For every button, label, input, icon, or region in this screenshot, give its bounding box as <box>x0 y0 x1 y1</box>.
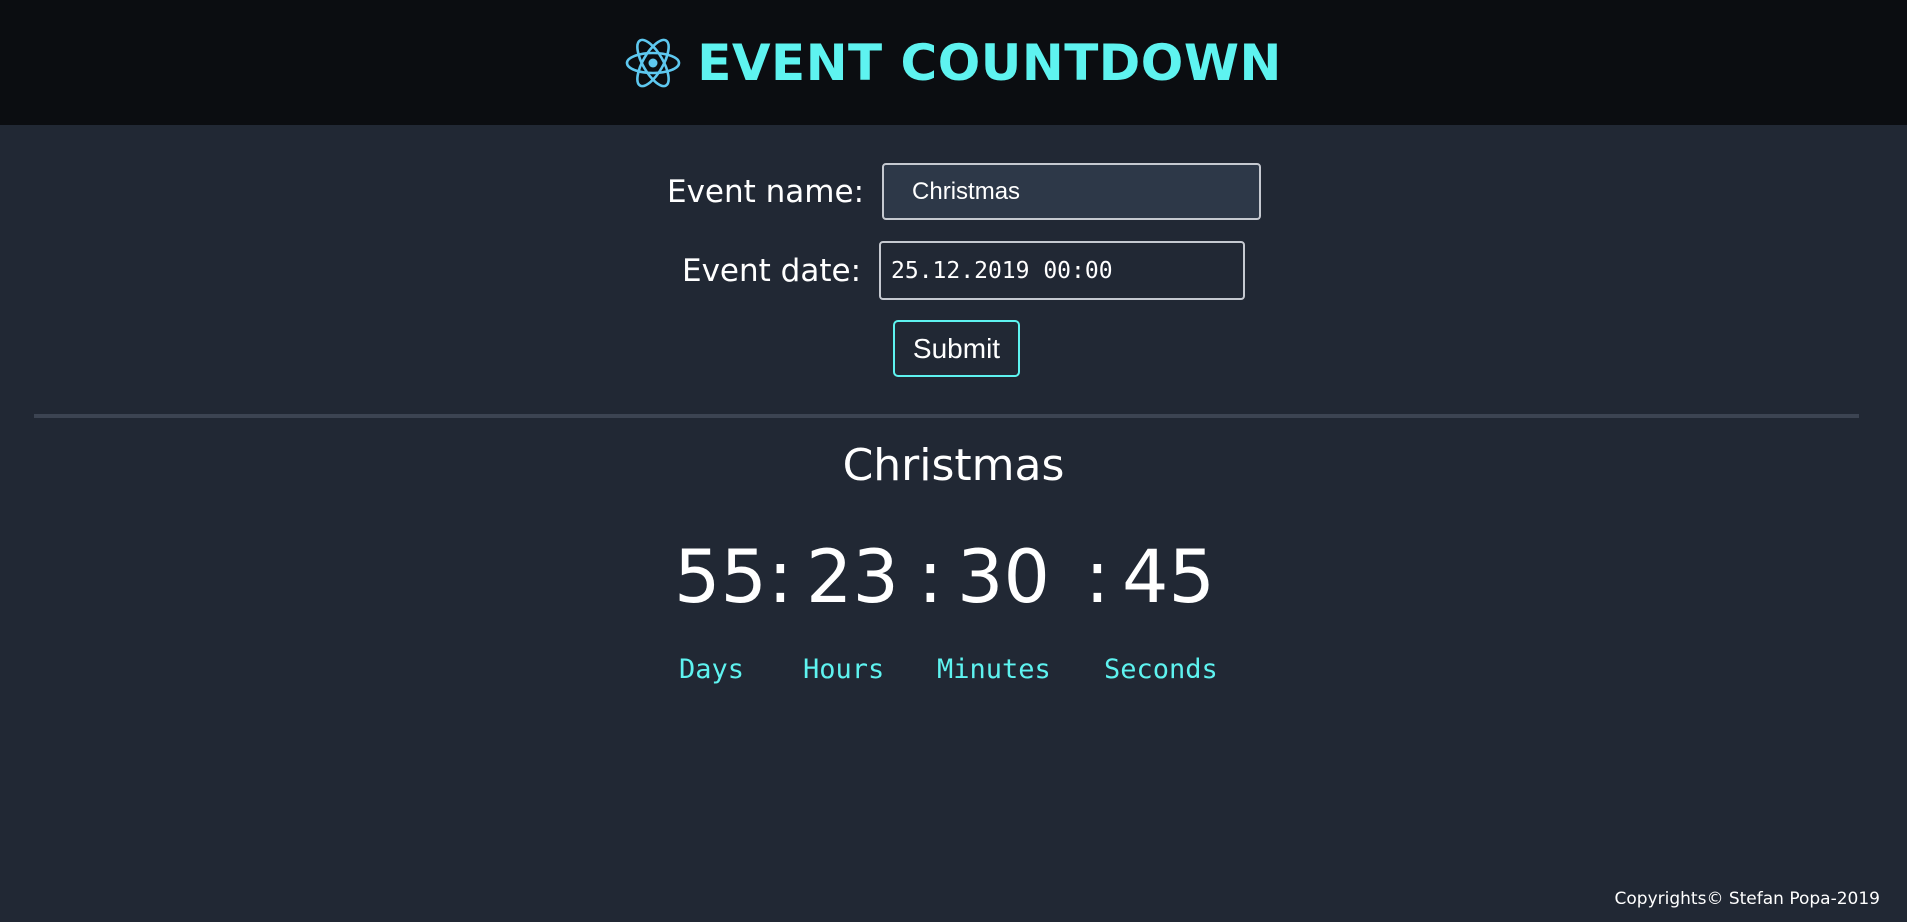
react-atom-icon <box>625 36 681 90</box>
copyright-text: Copyrights© Stefan Popa-2019 <box>1614 889 1880 909</box>
hours-value: 23 <box>806 535 899 620</box>
separator: : <box>768 535 793 620</box>
app-header: EVENT COUNTDOWN <box>0 0 1907 125</box>
days-label: Days <box>679 654 745 685</box>
header-brand: EVENT COUNTDOWN <box>625 34 1282 92</box>
submit-button[interactable]: Submit <box>893 320 1020 377</box>
minutes-value: 30 <box>957 535 1050 620</box>
app-title: EVENT COUNTDOWN <box>697 33 1282 92</box>
divider <box>34 414 1859 418</box>
event-name-row: Event name: <box>667 163 1262 220</box>
minutes-label: Minutes <box>937 654 1051 685</box>
countdown-event-title: Christmas <box>842 440 1065 491</box>
seconds-value: 45 <box>1122 535 1215 620</box>
event-name-label: Event name: <box>667 173 865 210</box>
days-value: 55 <box>674 535 767 620</box>
seconds-label: Seconds <box>1104 654 1218 685</box>
event-date-input[interactable] <box>879 241 1246 300</box>
hours-label: Hours <box>803 654 885 685</box>
separator: : <box>918 535 943 620</box>
event-date-row: Event date: <box>682 241 1246 300</box>
separator: : <box>1085 535 1110 620</box>
event-name-input[interactable] <box>882 163 1262 220</box>
event-date-label: Event date: <box>682 252 862 289</box>
